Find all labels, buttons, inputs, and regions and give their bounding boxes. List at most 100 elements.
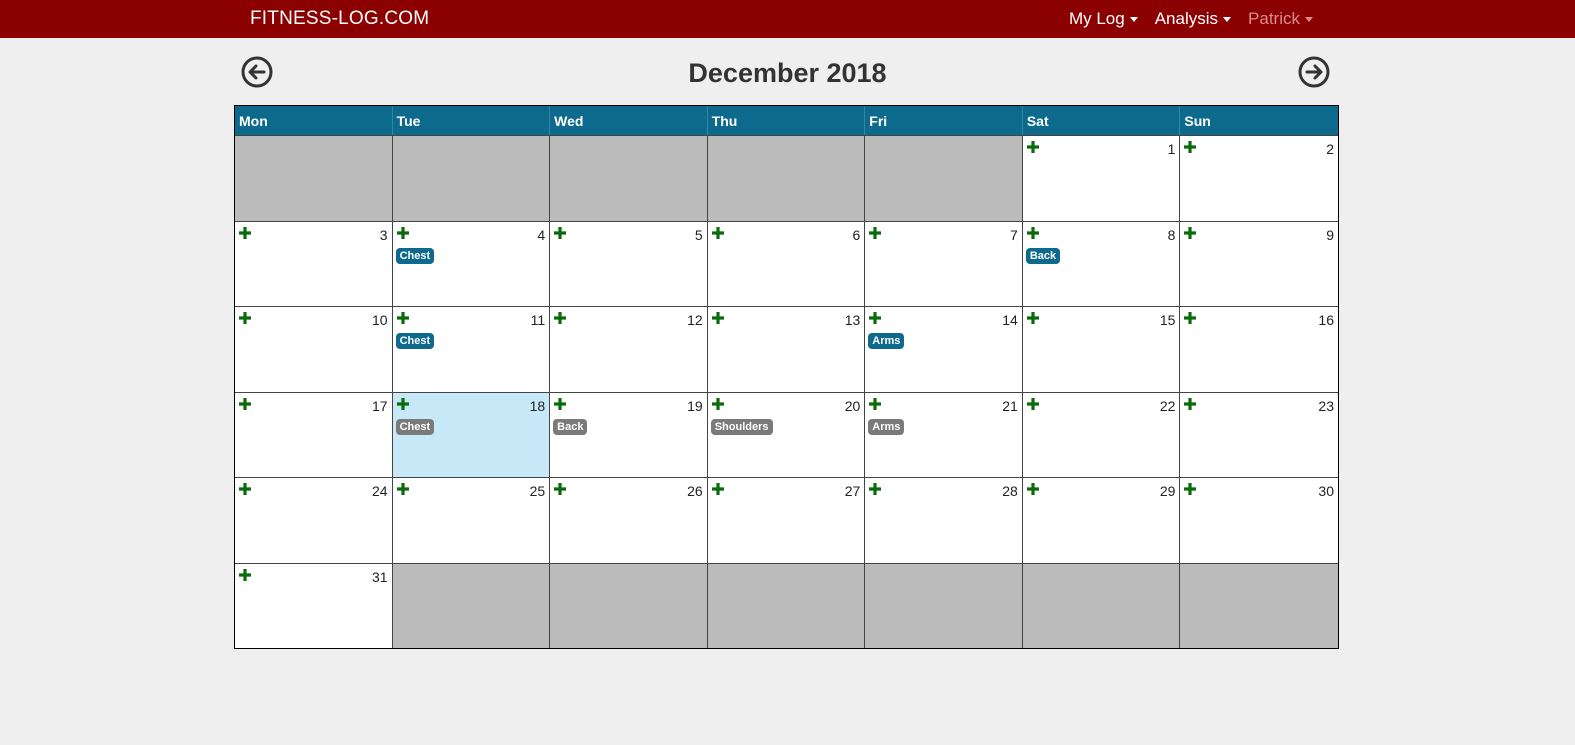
day-number: 3 [379, 226, 388, 243]
day-number: 1 [1167, 141, 1176, 157]
plus-icon[interactable] [396, 397, 410, 411]
day-cell-22[interactable]: 22 [1022, 391, 1181, 477]
day-number: 22 [1159, 397, 1176, 414]
workout-tag[interactable]: Chest [395, 333, 435, 349]
plus-icon[interactable] [868, 482, 882, 496]
day-cell-6[interactable]: 6 [707, 220, 866, 306]
plus-icon[interactable] [553, 226, 567, 240]
day-cell-11[interactable]: 11 Chest [392, 306, 551, 392]
day-number: 6 [852, 226, 861, 243]
day-number: 16 [1318, 312, 1334, 328]
plus-icon[interactable] [238, 397, 252, 411]
weekday-thu: Thu [708, 106, 866, 135]
caret-down-icon [1129, 17, 1138, 22]
day-cell-empty [865, 135, 1023, 221]
day-cell-21[interactable]: 21 Arms [865, 391, 1023, 477]
plus-icon[interactable] [711, 397, 725, 411]
plus-icon[interactable] [553, 482, 567, 496]
plus-icon[interactable] [711, 226, 725, 240]
day-cell-17[interactable]: 17 [235, 391, 393, 477]
plus-icon[interactable] [396, 226, 410, 240]
day-number: 28 [1002, 483, 1018, 499]
workout-tag[interactable]: Arms [868, 418, 905, 435]
plus-icon[interactable] [1026, 482, 1040, 496]
nav-analysis-label: Analysis [1154, 9, 1219, 28]
plus-icon[interactable] [1026, 226, 1040, 240]
nav-analysis-dropdown[interactable]: Analysis [1154, 9, 1232, 29]
day-cell-1[interactable]: 1 [1022, 135, 1181, 221]
day-cell-empty [707, 135, 866, 221]
day-number: 4 [537, 226, 546, 243]
day-cell-4[interactable]: 4 Chest [392, 220, 551, 306]
day-cell-14[interactable]: 14 Arms [865, 306, 1023, 392]
day-cell-23[interactable]: 23 [1180, 391, 1338, 477]
plus-icon[interactable] [238, 568, 252, 582]
plus-icon[interactable] [238, 482, 252, 496]
brand-logo[interactable]: FITNESS-LOG.COM [250, 8, 429, 30]
day-cell-empty [392, 135, 551, 221]
day-cell-15[interactable]: 15 [1022, 306, 1181, 392]
plus-icon[interactable] [553, 397, 567, 411]
workout-tag[interactable]: Back [553, 418, 588, 435]
workout-tag[interactable]: Chest [395, 247, 435, 264]
plus-icon[interactable] [1183, 226, 1197, 240]
plus-icon[interactable] [238, 311, 252, 325]
plus-icon[interactable] [868, 226, 882, 240]
day-cell-31[interactable]: 31 [235, 562, 393, 648]
calendar-grid: Mon Tue Wed Thu Fri Sat Sun 1 2 3 4 Chest 5 6 7… [234, 105, 1339, 649]
weekday-fri: Fri [865, 106, 1023, 135]
plus-icon[interactable] [1026, 311, 1040, 325]
day-cell-10[interactable]: 10 [235, 306, 393, 392]
day-cell-16[interactable]: 16 [1180, 306, 1338, 392]
nav-menu: My Log Analysis Patrick [1052, 0, 1313, 38]
plus-icon[interactable] [553, 311, 567, 325]
weekday-sat: Sat [1023, 106, 1181, 135]
caret-down-icon [1305, 17, 1313, 22]
day-cell-28[interactable]: 28 [865, 477, 1023, 563]
workout-tag[interactable]: Chest [395, 418, 435, 435]
plus-icon[interactable] [238, 226, 252, 240]
nav-my-log-dropdown[interactable]: My Log [1069, 9, 1138, 29]
workout-tag[interactable]: Arms [868, 333, 905, 349]
plus-icon[interactable] [396, 311, 410, 325]
plus-icon[interactable] [711, 482, 725, 496]
plus-icon[interactable] [1183, 482, 1197, 496]
plus-icon[interactable] [1183, 140, 1197, 154]
day-number: 11 [530, 312, 546, 328]
plus-icon[interactable] [711, 311, 725, 325]
day-cell-18[interactable]: 18 Chest [392, 391, 551, 477]
plus-icon[interactable] [1026, 140, 1040, 154]
day-cell-7[interactable]: 7 [865, 220, 1023, 306]
day-cell-19[interactable]: 19 Back [550, 391, 708, 477]
day-cell-9[interactable]: 9 [1180, 220, 1338, 306]
workout-tag[interactable]: Shoulders [710, 418, 773, 435]
day-cell-27[interactable]: 27 [707, 477, 866, 563]
day-cell-12[interactable]: 12 [550, 306, 708, 392]
day-cell-29[interactable]: 29 [1022, 477, 1181, 563]
day-cell-24[interactable]: 24 [235, 477, 393, 563]
day-cell-2[interactable]: 2 [1180, 135, 1338, 221]
day-cell-empty [550, 562, 708, 648]
day-cell-30[interactable]: 30 [1180, 477, 1338, 563]
day-cell-empty [392, 562, 551, 648]
day-number: 25 [529, 483, 546, 499]
plus-icon[interactable] [1183, 311, 1197, 325]
nav-user-dropdown[interactable]: Patrick [1248, 9, 1313, 29]
day-cell-empty [1180, 562, 1338, 648]
day-cell-5[interactable]: 5 [550, 220, 708, 306]
plus-icon[interactable] [1183, 397, 1197, 411]
day-number: 10 [371, 312, 388, 328]
weekday-mon: Mon [235, 106, 393, 135]
day-cell-20[interactable]: 20 Shoulders [707, 391, 866, 477]
plus-icon[interactable] [1026, 397, 1040, 411]
workout-tag[interactable]: Back [1025, 247, 1061, 264]
next-month-button[interactable] [1298, 56, 1330, 88]
plus-icon[interactable] [868, 397, 882, 411]
day-cell-3[interactable]: 3 [235, 220, 393, 306]
day-cell-25[interactable]: 25 [392, 477, 551, 563]
day-cell-26[interactable]: 26 [550, 477, 708, 563]
plus-icon[interactable] [868, 311, 882, 325]
day-cell-8[interactable]: 8 Back [1022, 220, 1181, 306]
day-cell-13[interactable]: 13 [707, 306, 866, 392]
plus-icon[interactable] [396, 482, 410, 496]
